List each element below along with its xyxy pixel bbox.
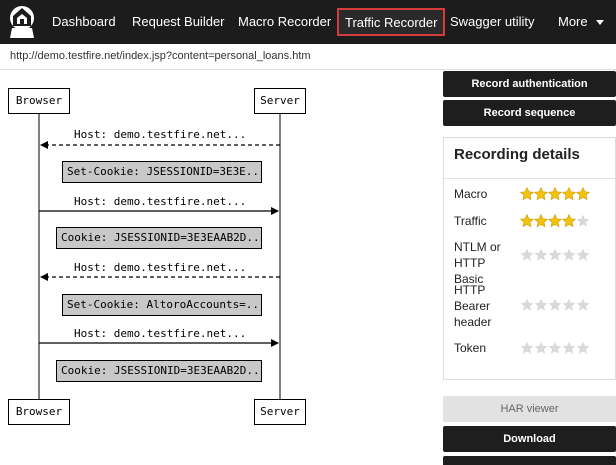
message-label-3: Host: demo.testfire.net...	[74, 261, 247, 274]
rating-macro	[520, 187, 590, 201]
star-filled-icon	[520, 187, 534, 201]
star-empty-icon	[520, 248, 534, 261]
message-label-2: Host: demo.testfire.net...	[74, 195, 247, 208]
rating-ntlm	[520, 248, 590, 262]
nav-swagger-utility[interactable]: Swagger utility	[450, 0, 535, 44]
more-action-button[interactable]	[443, 456, 616, 465]
star-empty-icon	[520, 298, 534, 311]
nav-dashboard[interactable]: Dashboard	[52, 0, 116, 44]
star-empty-icon	[576, 298, 590, 311]
star-empty-icon	[548, 298, 562, 311]
download-button[interactable]: Download	[443, 426, 616, 452]
row-label-bearer: HTTP Bearer header	[454, 283, 492, 329]
record-sequence-button[interactable]: Record sequence	[443, 100, 616, 126]
actor-server-bottom: Server	[254, 399, 306, 425]
rating-bearer	[520, 298, 590, 312]
logo-icon[interactable]	[8, 4, 36, 38]
record-authentication-button[interactable]: Record authentication	[443, 71, 616, 97]
star-filled-icon	[562, 187, 576, 201]
star-filled-icon	[562, 214, 576, 228]
star-filled-icon	[534, 214, 548, 228]
actor-server-top: Server	[254, 88, 306, 114]
rating-traffic	[520, 214, 590, 228]
star-empty-icon	[576, 248, 590, 261]
top-nav: Dashboard Request Builder Macro Recorder…	[0, 0, 616, 44]
nav-request-builder[interactable]: Request Builder	[132, 0, 225, 44]
star-filled-icon	[576, 187, 590, 201]
cookie-box-3[interactable]: Set-Cookie: AltoroAccounts=...	[62, 294, 262, 316]
nav-more[interactable]: More	[558, 0, 604, 44]
star-empty-icon	[576, 214, 590, 227]
nav-traffic-recorder[interactable]: Traffic Recorder	[337, 8, 446, 36]
star-empty-icon	[548, 248, 562, 261]
nav-macro-recorder[interactable]: Macro Recorder	[238, 0, 331, 44]
details-divider	[444, 178, 616, 179]
message-label-1: Host: demo.testfire.net...	[74, 128, 247, 141]
row-label-traffic: Traffic	[454, 214, 487, 228]
row-label-macro: Macro	[454, 187, 488, 201]
actor-browser-top: Browser	[8, 88, 70, 114]
star-empty-icon	[534, 248, 548, 261]
cookie-box-1[interactable]: Set-Cookie: JSESSIONID=3E3E...	[62, 161, 262, 183]
row-label-token: Token	[454, 341, 487, 355]
url-bar: http://demo.testfire.net/index.jsp?conte…	[0, 44, 616, 70]
nav-more-label: More	[558, 14, 588, 29]
sequence-diagram: Browser Server Host: demo.testfire.net..…	[0, 70, 436, 465]
star-filled-icon	[534, 187, 548, 201]
star-filled-icon	[548, 214, 562, 228]
actor-browser-bottom: Browser	[8, 399, 70, 425]
rating-token	[520, 341, 590, 355]
message-label-4: Host: demo.testfire.net...	[74, 327, 247, 340]
star-empty-icon	[548, 341, 562, 354]
recording-details-title: Recording details	[454, 146, 580, 163]
cookie-box-4[interactable]: Cookie: JSESSIONID=3E3EAAB2D...	[56, 360, 262, 382]
star-empty-icon	[534, 341, 548, 354]
star-empty-icon	[562, 248, 576, 261]
star-empty-icon	[520, 341, 534, 354]
cookie-box-2[interactable]: Cookie: JSESSIONID=3E3EAAB2D...	[56, 227, 262, 249]
star-empty-icon	[534, 298, 548, 311]
star-empty-icon	[576, 341, 590, 354]
recording-details-card: Recording details Macro Traffic NTLM or …	[443, 137, 616, 380]
har-viewer-button[interactable]: HAR viewer	[443, 396, 616, 422]
star-filled-icon	[548, 187, 562, 201]
chevron-down-icon	[595, 20, 604, 26]
star-empty-icon	[562, 341, 576, 354]
row-label-ntlm: NTLM or HTTP Basic	[454, 240, 501, 286]
star-filled-icon	[520, 214, 534, 228]
star-empty-icon	[562, 298, 576, 311]
